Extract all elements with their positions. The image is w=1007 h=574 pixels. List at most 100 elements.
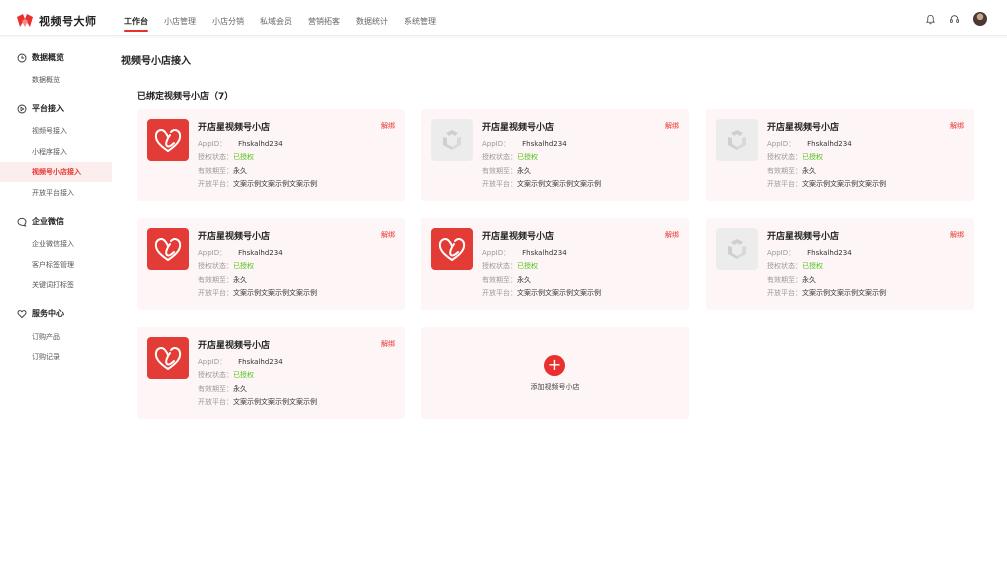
placeholder-logo-icon	[728, 130, 746, 150]
platform-row: 开放平台：文案示例文案示例文案示例	[482, 288, 601, 298]
shop-name: 开店星视频号小店	[767, 123, 840, 133]
unbind-button[interactable]: 解绑	[381, 339, 395, 349]
auth-row: 授权状态：已授权	[767, 261, 823, 271]
appid-label: AppID：	[767, 140, 796, 148]
appid-value: Fhskalhd234	[238, 140, 283, 148]
clock-icon	[17, 53, 27, 62]
platform-value: 文案示例文案示例文案示例	[233, 289, 317, 297]
appid-label: AppID：	[767, 249, 796, 257]
unbind-button[interactable]: 解绑	[950, 121, 964, 131]
platform-label: 开放平台：	[767, 180, 802, 188]
appid-row: AppID： Fhskalhd234	[198, 139, 283, 149]
valid-row: 有效期至：永久	[198, 166, 247, 176]
valid-row: 有效期至：永久	[767, 166, 816, 176]
add-shop-label: 添加视频号小店	[530, 383, 580, 391]
brand-logo-icon	[17, 14, 33, 27]
headset-icon[interactable]	[947, 12, 961, 26]
appid-label: AppID：	[482, 249, 511, 257]
sidebar-group-wecom[interactable]: 企业微信	[17, 216, 64, 227]
sidebar-group-service-center[interactable]: 服务中心	[17, 308, 64, 319]
shop-logo	[431, 228, 473, 270]
appid-row: AppID： Fhskalhd234	[198, 357, 283, 367]
unbind-button[interactable]: 解绑	[665, 230, 679, 240]
sidebar-group-label: 数据概览	[32, 53, 64, 62]
sidebar-item-channels-access[interactable]: 视频号接入	[0, 121, 112, 141]
valid-value: 永久	[233, 276, 247, 284]
auth-status: 已授权	[802, 262, 823, 270]
nav-item-shop-distribution[interactable]: 小店分销	[212, 0, 244, 36]
appid-label: AppID：	[198, 358, 227, 366]
sidebar-group-platform-access[interactable]: 平台接入	[17, 103, 64, 114]
unbind-button[interactable]: 解绑	[950, 230, 964, 240]
sidebar-item-data-overview[interactable]: 数据概览	[0, 70, 112, 90]
nav-item-shop-management[interactable]: 小店管理	[164, 0, 196, 36]
appid-row: AppID： Fhskalhd234	[482, 248, 567, 258]
unbind-button[interactable]: 解绑	[381, 230, 395, 240]
brand-logo[interactable]: 视频号大师	[17, 11, 97, 31]
unbind-button[interactable]: 解绑	[381, 121, 395, 131]
sidebar-group-data-overview[interactable]: 数据概览	[17, 52, 64, 63]
auth-row: 授权状态：已授权	[198, 370, 254, 380]
appid-label: AppID：	[198, 249, 227, 257]
auth-status: 已授权	[233, 153, 254, 161]
appid-value: Fhskalhd234	[807, 249, 852, 257]
add-shop-card[interactable]: + 添加视频号小店	[421, 327, 689, 419]
valid-label: 有效期至：	[482, 167, 517, 175]
placeholder-logo-icon	[443, 130, 461, 150]
nav-item-system[interactable]: 系统管理	[404, 0, 436, 36]
platform-label: 开放平台：	[482, 289, 517, 297]
avatar[interactable]	[973, 12, 987, 26]
sidebar-item-keyword-tags[interactable]: 关键词打标签	[0, 275, 112, 295]
valid-value: 永久	[802, 167, 816, 175]
appid-row: AppID： Fhskalhd234	[482, 139, 567, 149]
chat-icon	[17, 217, 27, 227]
shop-name: 开店星视频号小店	[482, 123, 555, 133]
shop-heart-logo-icon	[154, 347, 182, 370]
shop-card: 开店星视频号小店 解绑 AppID： Fhskalhd234 授权状态：已授权 有…	[706, 109, 974, 201]
shop-card: 开店星视频号小店 解绑 AppID： Fhskalhd234 授权状态：已授权 有…	[421, 109, 689, 201]
shop-logo	[716, 119, 758, 161]
platform-row: 开放平台：文案示例文案示例文案示例	[198, 397, 317, 407]
platform-row: 开放平台：文案示例文案示例文案示例	[198, 179, 317, 189]
shop-card: 开店星视频号小店 解绑 AppID： Fhskalhd234 授权状态：已授权 有…	[137, 109, 405, 201]
unbind-button[interactable]: 解绑	[665, 121, 679, 131]
sidebar-item-channels-shop-access[interactable]: 视频号小店接入	[0, 162, 112, 182]
valid-label: 有效期至：	[767, 167, 802, 175]
play-circle-icon	[17, 104, 27, 113]
top-actions	[913, 12, 987, 26]
auth-status: 已授权	[233, 262, 254, 270]
platform-label: 开放平台：	[198, 289, 233, 297]
brand-name: 视频号大师	[39, 15, 97, 28]
auth-label: 授权状态：	[198, 153, 233, 161]
platform-label: 开放平台：	[198, 180, 233, 188]
shop-heart-logo-icon	[154, 238, 182, 261]
sidebar-group-label: 服务中心	[32, 309, 64, 318]
heart-icon	[17, 309, 27, 318]
shop-card: 开店星视频号小店 解绑 AppID： Fhskalhd234 授权状态：已授权 有…	[421, 218, 689, 310]
sidebar-item-order-records[interactable]: 订购记录	[0, 347, 112, 367]
auth-status: 已授权	[233, 371, 254, 379]
nav-item-private-members[interactable]: 私域会员	[260, 0, 292, 36]
sidebar-item-wecom-access[interactable]: 企业微信接入	[0, 234, 112, 254]
main-nav: 工作台 小店管理 小店分销 私域会员 营销拓客 数据统计 系统管理	[124, 0, 452, 36]
sidebar-item-order-products[interactable]: 订购产品	[0, 327, 112, 347]
sidebar-item-customer-tags[interactable]: 客户标签管理	[0, 255, 112, 275]
sidebar-item-miniprogram-access[interactable]: 小程序接入	[0, 142, 112, 162]
sidebar-item-open-platform-access[interactable]: 开放平台接入	[0, 183, 112, 203]
shop-name: 开店星视频号小店	[198, 341, 271, 351]
auth-status: 已授权	[802, 153, 823, 161]
valid-row: 有效期至：永久	[482, 275, 531, 285]
add-icon[interactable]: +	[544, 355, 565, 376]
auth-row: 授权状态：已授权	[482, 152, 538, 162]
bell-icon[interactable]	[923, 12, 937, 26]
nav-item-marketing[interactable]: 营销拓客	[308, 0, 340, 36]
valid-row: 有效期至：永久	[198, 275, 247, 285]
nav-item-statistics[interactable]: 数据统计	[356, 0, 388, 36]
shop-logo	[147, 228, 189, 270]
sidebar-group-label: 平台接入	[32, 104, 64, 113]
shop-logo	[147, 337, 189, 379]
appid-row: AppID： Fhskalhd234	[767, 248, 852, 258]
valid-value: 永久	[233, 385, 247, 393]
auth-label: 授权状态：	[767, 262, 802, 270]
nav-item-workbench[interactable]: 工作台	[124, 0, 148, 36]
